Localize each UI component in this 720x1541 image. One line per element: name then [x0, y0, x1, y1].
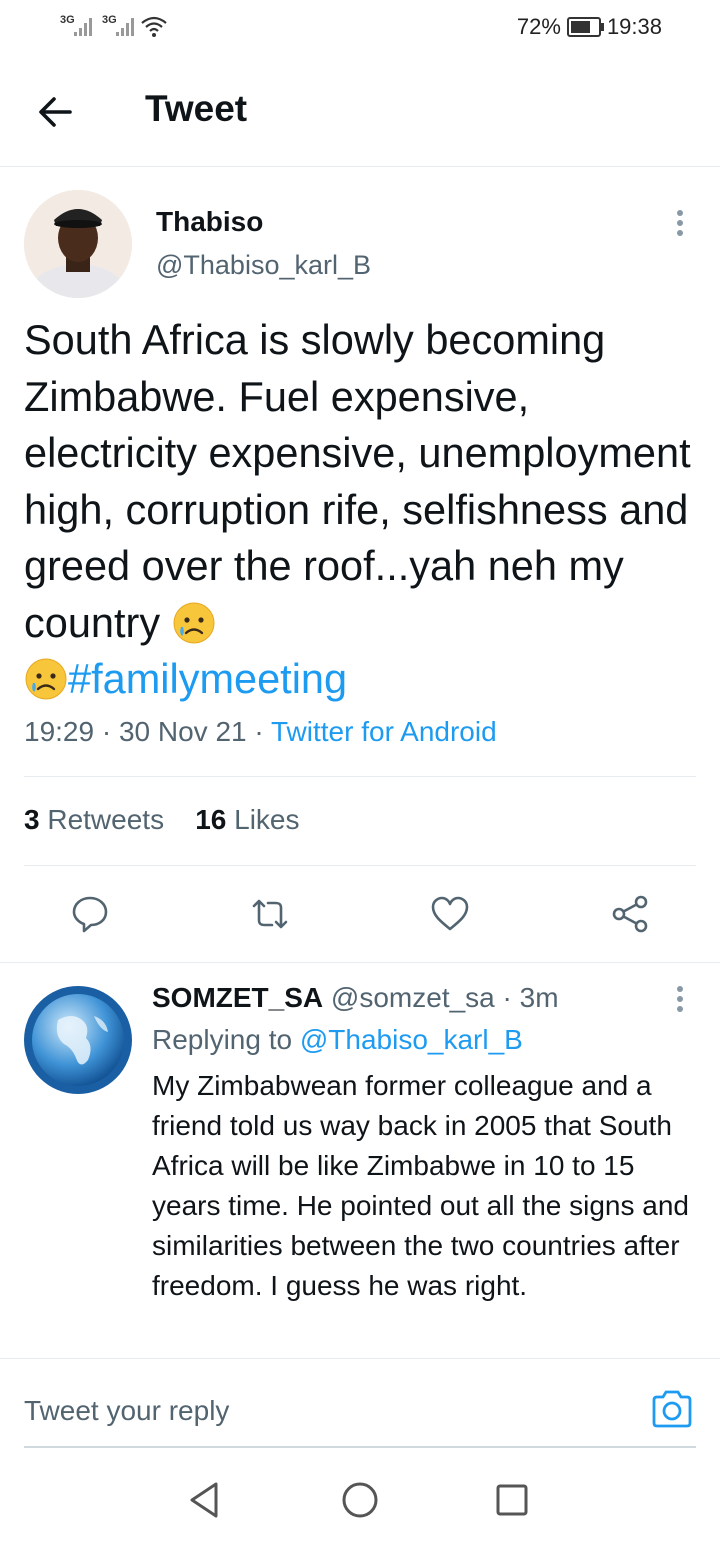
- reply-input[interactable]: Tweet your reply: [24, 1395, 229, 1427]
- wifi-icon: [141, 16, 167, 37]
- arrow-left-icon[interactable]: [36, 92, 76, 132]
- recents-square-icon[interactable]: [490, 1478, 534, 1522]
- reply-author-name[interactable]: SOMZET_SA: [152, 982, 323, 1013]
- retweets-label: Retweets: [47, 804, 165, 835]
- system-nav-bar: [0, 1460, 720, 1541]
- likes-stat[interactable]: 16 Likes: [195, 804, 299, 835]
- divider: [24, 776, 696, 777]
- profile-photo: [24, 190, 132, 298]
- replying-label: Replying to: [152, 1024, 293, 1055]
- likes-count: 16: [195, 804, 227, 835]
- author-avatar[interactable]: [24, 190, 132, 298]
- clock: 19:38: [606, 14, 662, 39]
- retweet-icon[interactable]: [250, 894, 290, 934]
- replying-to-link[interactable]: @Thabiso_karl_B: [300, 1024, 523, 1055]
- reply-text: My Zimbabwean former colleague and a fri…: [152, 1070, 689, 1301]
- like-icon[interactable]: [430, 894, 470, 934]
- reply-header: SOMZET_SA @somzet_sa · 3m: [152, 982, 559, 1014]
- status-bar: 3G 3G 72% 19:38: [0, 0, 720, 56]
- tweet-date: 30 Nov 21: [118, 716, 247, 747]
- reply-author-avatar[interactable]: [24, 986, 132, 1094]
- signal-strength-icon: [116, 18, 134, 36]
- divider: [24, 865, 696, 866]
- meta-separator: ·: [254, 716, 264, 747]
- status-right: 72% 19:38: [517, 14, 662, 40]
- hashtag-link[interactable]: #familymeeting: [68, 655, 347, 702]
- home-circle-icon[interactable]: [338, 1478, 382, 1522]
- reply-time: 3m: [519, 982, 559, 1013]
- tweet-stats: 3 Retweets 16 Likes: [24, 804, 300, 836]
- sad-face-emoji-icon: [173, 602, 215, 643]
- reply-composer[interactable]: Tweet your reply: [0, 1358, 720, 1449]
- reply-separator: ·: [502, 982, 512, 1013]
- reply-author-handle[interactable]: @somzet_sa: [331, 982, 495, 1013]
- replying-to: Replying to @Thabiso_karl_B: [152, 1024, 523, 1056]
- tweet-meta: 19:29 · 30 Nov 21 · Twitter for Android: [24, 716, 497, 748]
- signal-strength-icon: [74, 18, 92, 36]
- globe-photo: [24, 986, 132, 1094]
- author-handle[interactable]: @Thabiso_karl_B: [156, 250, 371, 281]
- camera-icon[interactable]: [650, 1387, 694, 1431]
- app-header: Tweet: [0, 56, 720, 167]
- retweets-count: 3: [24, 804, 40, 835]
- battery-percent: 72%: [516, 14, 561, 39]
- author-name[interactable]: Thabiso: [156, 206, 263, 238]
- tweet-body: South Africa is slowly becoming Zimbabwe…: [24, 316, 691, 646]
- sad-face-emoji-icon: [25, 658, 67, 700]
- tweet-text: South Africa is slowly becoming Zimbabwe…: [24, 312, 704, 708]
- likes-label: Likes: [234, 804, 300, 835]
- reply-icon[interactable]: [70, 894, 110, 934]
- page-title: Tweet: [145, 88, 248, 129]
- more-options-icon[interactable]: [675, 210, 685, 240]
- tweet-time: 19:29: [24, 716, 95, 747]
- retweets-stat[interactable]: 3 Retweets: [24, 804, 164, 835]
- reply-more-options-icon[interactable]: [675, 986, 685, 1016]
- reply-input-underline: [24, 1446, 696, 1448]
- battery-icon: [566, 17, 604, 37]
- back-triangle-icon[interactable]: [184, 1478, 228, 1522]
- tweet-source-link[interactable]: Twitter for Android: [271, 716, 497, 747]
- meta-separator: ·: [101, 716, 112, 747]
- share-icon[interactable]: [610, 894, 650, 934]
- divider: [0, 962, 720, 963]
